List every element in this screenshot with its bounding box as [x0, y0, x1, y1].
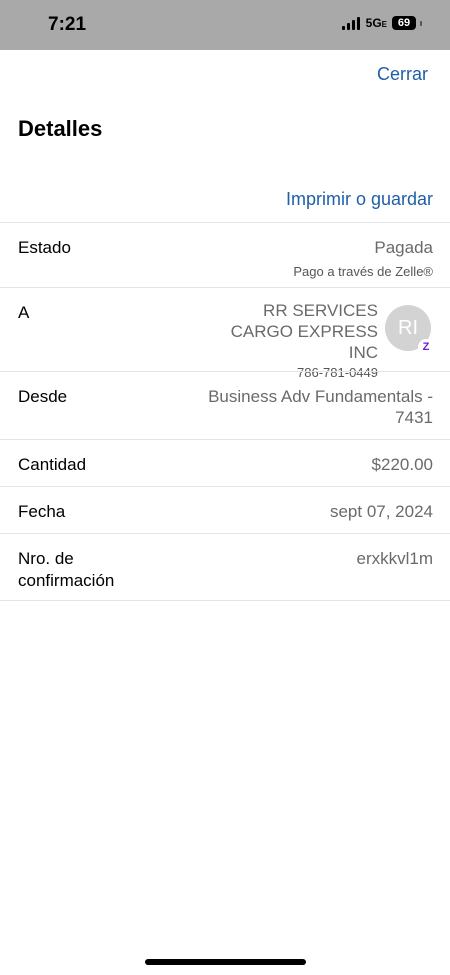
network-indicator: 5GE [366, 16, 387, 30]
amount-label: Cantidad [18, 455, 87, 474]
status-bar: 7:21 5GE 69 [0, 0, 450, 50]
print-or-save-button[interactable]: Imprimir o guardar [286, 189, 433, 210]
battery-icon: 69 [392, 16, 416, 30]
battery-tip [420, 20, 422, 26]
battery-level: 69 [397, 17, 411, 29]
signal-icon [341, 16, 360, 30]
status-time: 7:21 [48, 14, 87, 35]
avatar-initials: RI [398, 316, 418, 339]
payment-method-note: Pago a través de Zelle® [293, 264, 433, 279]
network-suffix: E [381, 20, 387, 29]
from-label: Desde [18, 387, 68, 406]
zelle-icon: Z [418, 339, 434, 355]
close-button[interactable]: Cerrar [377, 64, 428, 85]
avatar: RI Z [385, 305, 434, 355]
recipient-info: RR SERVICES CARGO EXPRESS INC 786-781-04… [198, 300, 378, 380]
detail-row-date: Fecha sept 07, 2024 [0, 486, 450, 533]
status-indicators: 5GE 69 [341, 16, 422, 30]
status-value: Pagada [374, 238, 433, 257]
status-label: Estado [18, 238, 71, 257]
recipient-name: RR SERVICES CARGO EXPRESS INC [230, 301, 378, 362]
page-title: Detalles [18, 116, 103, 141]
detail-row-from: Desde Business Adv Fundamentals - 7431 [0, 371, 450, 439]
date-label: Fecha [18, 502, 66, 521]
recipient-label: A [18, 303, 30, 322]
date-value: sept 07, 2024 [329, 502, 433, 521]
detail-row-confirmation: Nro. de confirmación erxkkvl1m [0, 533, 450, 601]
home-indicator[interactable] [145, 959, 306, 965]
zelle-badge-letter: Z [422, 341, 430, 353]
confirmation-label: Nro. de confirmación [18, 549, 115, 590]
amount-value: $220.00 [371, 455, 433, 474]
detail-row-recipient: A RR SERVICES CARGO EXPRESS INC 786-781-… [0, 287, 450, 380]
from-account: Business Adv Fundamentals - 7431 [208, 387, 433, 427]
detail-row-status: Estado Pagada Pago a través de Zelle® [0, 222, 450, 287]
network-type: 5G [365, 16, 382, 30]
status-value-block: Pagada Pago a través de Zelle® [293, 237, 433, 282]
details-list: Estado Pagada Pago a través de Zelle® A … [0, 222, 450, 601]
confirmation-number: erxkkvl1m [356, 549, 433, 568]
detail-row-amount: Cantidad $220.00 [0, 439, 450, 486]
